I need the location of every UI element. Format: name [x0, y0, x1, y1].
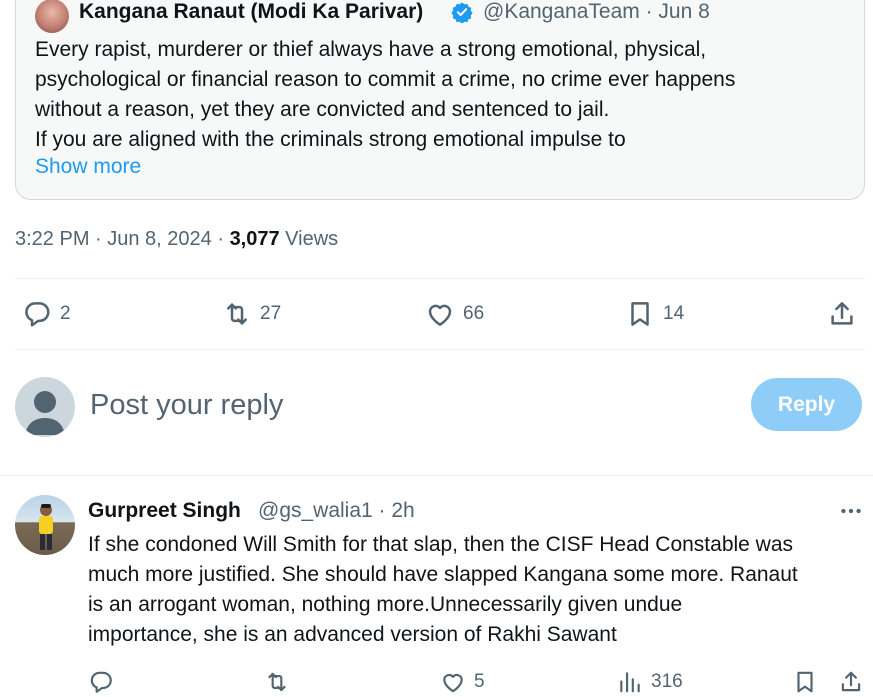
quoted-text-line: If you are aligned with the criminals st…	[35, 128, 626, 151]
show-more-link[interactable]: Show more	[35, 152, 141, 182]
user-avatar[interactable]	[15, 377, 75, 437]
views-chart-icon	[620, 672, 640, 693]
reply-input[interactable]: Post your reply	[90, 387, 283, 423]
repost-icon	[268, 672, 286, 692]
reply-author-handle: @gs_walia1 · 2h	[258, 499, 415, 522]
views-label: Views	[279, 228, 339, 250]
reply-icon	[90, 671, 112, 693]
reply-author-avatar[interactable]	[15, 495, 75, 555]
reply-views-count: 316	[651, 671, 683, 692]
reply-text-line: If she condoned Will Smith for that slap…	[88, 533, 794, 556]
reply-share-button[interactable]	[838, 669, 864, 695]
timestamp[interactable]: 3:22 PM · Jun 8, 2024 ·	[15, 228, 230, 250]
like-action-button[interactable]: 66	[425, 299, 484, 329]
quoted-text-line: without a reason, yet they are convicted…	[35, 98, 610, 121]
reply-author-name[interactable]: Gurpreet Singh	[88, 498, 241, 524]
reply-tweet-text: If she condoned Will Smith for that slap…	[88, 530, 868, 650]
reply-bookmark-button[interactable]	[792, 669, 818, 695]
reply-icon	[25, 302, 50, 327]
reply-repost-button[interactable]	[264, 669, 290, 695]
reply-text-line: importance, she is an advanced version o…	[88, 623, 617, 646]
quoted-tweet-card[interactable]: Kangana Ranaut (Modi Ka Parivar) @Kangan…	[15, 0, 865, 200]
bookmark-count: 14	[663, 303, 685, 324]
share-icon	[841, 671, 861, 692]
reply-button[interactable]: Reply	[751, 378, 862, 431]
reply-text-line: is an arrogant woman, nothing more.Unnec…	[88, 593, 683, 616]
repost-icon	[227, 303, 247, 325]
divider	[0, 475, 873, 476]
like-count: 66	[463, 303, 485, 324]
quoted-author-handle: @KanganaTeam · Jun 8	[483, 0, 710, 23]
quoted-author-avatar[interactable]	[35, 0, 69, 33]
share-icon	[831, 302, 853, 325]
heart-icon	[443, 673, 463, 693]
reply-count: 2	[60, 303, 71, 324]
reply-action-button[interactable]: 2	[22, 299, 71, 329]
quoted-text-line: psychological or financial reason to com…	[35, 68, 736, 91]
reply-reply-button[interactable]	[88, 669, 114, 695]
quoted-tweet-text: Every rapist, murderer or thief always h…	[35, 35, 845, 155]
divider	[15, 349, 865, 350]
divider	[15, 278, 865, 279]
default-avatar-icon	[25, 391, 65, 435]
reply-views-button[interactable]: 316	[617, 669, 683, 695]
quoted-author-name[interactable]: Kangana Ranaut (Modi Ka Parivar)	[79, 0, 423, 25]
more-options-icon[interactable]	[838, 498, 864, 524]
views-count: 3,077	[229, 228, 280, 250]
quoted-text-line: Every rapist, murderer or thief always h…	[35, 38, 707, 61]
reply-text-line: much more justified. She should have sla…	[88, 563, 798, 586]
heart-icon	[428, 304, 452, 326]
person-photo	[39, 504, 53, 550]
reply-like-button[interactable]: 5	[440, 669, 485, 695]
bookmark-icon	[631, 302, 649, 326]
bookmark-action-button[interactable]: 14	[625, 299, 684, 329]
share-action-button[interactable]	[827, 299, 857, 329]
verified-badge-icon	[451, 2, 473, 23]
tweet-meta: 3:22 PM · Jun 8, 2024 · 3,077 Views	[15, 226, 338, 252]
reply-like-count: 5	[474, 671, 485, 692]
repost-action-button[interactable]: 27	[222, 299, 281, 329]
repost-count: 27	[260, 303, 282, 324]
bookmark-icon	[797, 671, 813, 693]
